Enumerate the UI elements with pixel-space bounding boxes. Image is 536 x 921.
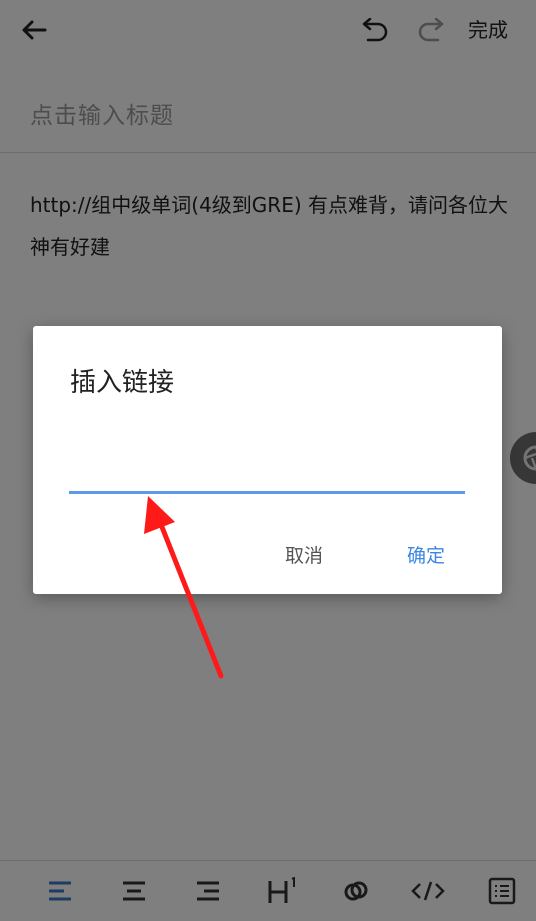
link-url-input[interactable] <box>69 454 465 494</box>
insert-link-dialog: 插入链接 取消 确定 <box>33 326 502 594</box>
confirm-button[interactable]: 确定 <box>407 540 445 572</box>
dialog-title: 插入链接 <box>70 368 175 398</box>
cancel-button[interactable]: 取消 <box>285 540 323 572</box>
